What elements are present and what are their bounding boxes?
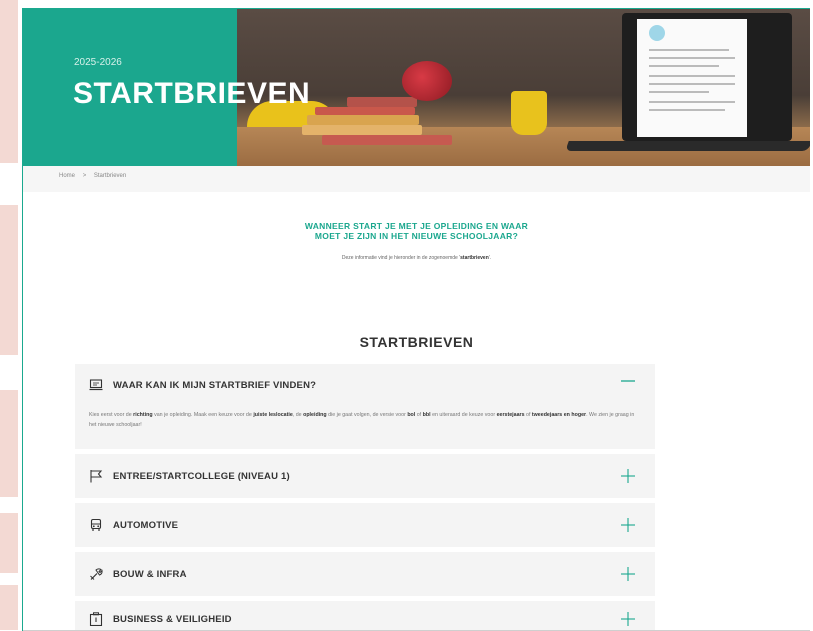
expand-plus-icon[interactable] [619,565,637,583]
intro-text-before: Deze informatie vind je hieronder in de … [341,255,461,261]
accordion-item-startbrief-vinden[interactable]: WAAR KAN IK MIJN STARTBRIEF VINDEN? Kies… [75,364,655,449]
accordion-header[interactable]: ENTREE/STARTCOLLEGE (NIVEAU 1) [89,469,290,483]
body-text: van je opleiding. Maak een keuze voor de [152,412,254,418]
edge-block [0,513,18,573]
edge-block [0,205,18,355]
body-bold: bbl [422,412,431,418]
body-text: of [415,412,423,418]
accordion-header[interactable]: BUSINESS & VEILIGHEID [89,612,232,627]
body-bold: juiste leslocatie [253,412,293,418]
body-text: , de [292,412,304,418]
accordion-label: BOUW & INFRA [113,568,187,580]
expand-plus-icon[interactable] [619,467,637,485]
page-title: STARTBRIEVEN [73,77,311,110]
left-edge-strip [0,0,22,630]
car-icon [89,518,103,532]
accordion-header[interactable]: WAAR KAN IK MIJN STARTBRIEF VINDEN? [89,378,316,392]
edge-block [0,0,18,163]
breadcrumb-home-link[interactable]: Home [59,173,75,179]
body-text: die je gaat volgen, de versie voor [326,412,408,418]
hero-year: 2025-2026 [74,57,122,68]
hero-photo [237,9,810,166]
body-text: en uiteraard de keuze voor [430,412,497,418]
hero-banner: 2025-2026 STARTBRIEVEN [23,9,810,166]
page-frame: 2025-2026 STARTBRIEVEN Home > Startbriev… [22,8,810,631]
body-bold: opleiding [303,412,327,418]
intro-text-after: '. [488,255,492,261]
intro-heading-line2: MOET JE ZIJN IN HET NIEUWE SCHOOLJAAR? [314,231,519,241]
section-title: STARTBRIEVEN [359,334,474,350]
flag-icon [89,469,103,483]
intro-heading: WANNEER START JE MET JE OPLEIDING EN WAA… [23,221,810,241]
accordion-label: WAAR KAN IK MIJN STARTBRIEF VINDEN? [113,379,317,391]
edge-block [0,390,18,497]
body-text: of [524,412,532,418]
accordion-item-automotive[interactable]: AUTOMOTIVE [75,503,655,547]
intro-text-bold: startbrieven [460,255,489,261]
expand-plus-icon[interactable] [619,610,637,628]
body-bold: richting [133,412,153,418]
accordion-body-text: Kies eerst voor de richting van je oplei… [89,410,641,430]
body-bold: tweedejaars en hoger [531,412,587,418]
laptop-icon [89,378,103,392]
edge-block [0,585,18,630]
accordion-label: ENTREE/STARTCOLLEGE (NIVEAU 1) [113,470,290,482]
intro-text: Deze informatie vind je hieronder in de … [23,255,810,261]
briefcase-icon [89,612,103,627]
breadcrumb-separator: > [82,173,87,179]
accordion-label: AUTOMOTIVE [113,519,179,531]
breadcrumb-bar: Home > Startbrieven [23,166,810,192]
accordion-header[interactable]: AUTOMOTIVE [89,518,178,532]
breadcrumb-current: Startbrieven [93,173,127,179]
body-bold: eerstejaars [496,412,525,418]
collapse-minus-icon[interactable] [619,372,637,390]
tools-icon [89,567,103,581]
accordion-header[interactable]: BOUW & INFRA [89,567,187,581]
breadcrumb: Home > Startbrieven [59,173,132,179]
accordion-label: BUSINESS & VEILIGHEID [113,613,232,625]
intro-heading-line1: WANNEER START JE MET JE OPLEIDING EN WAA… [304,221,529,231]
accordion-item-bouw-infra[interactable]: BOUW & INFRA [75,552,655,596]
expand-plus-icon[interactable] [619,516,637,534]
body-text: Kies eerst voor de [89,412,134,418]
accordion-item-business-veiligheid[interactable]: BUSINESS & VEILIGHEID [75,601,655,631]
accordion-item-entree-startcollege[interactable]: ENTREE/STARTCOLLEGE (NIVEAU 1) [75,454,655,498]
